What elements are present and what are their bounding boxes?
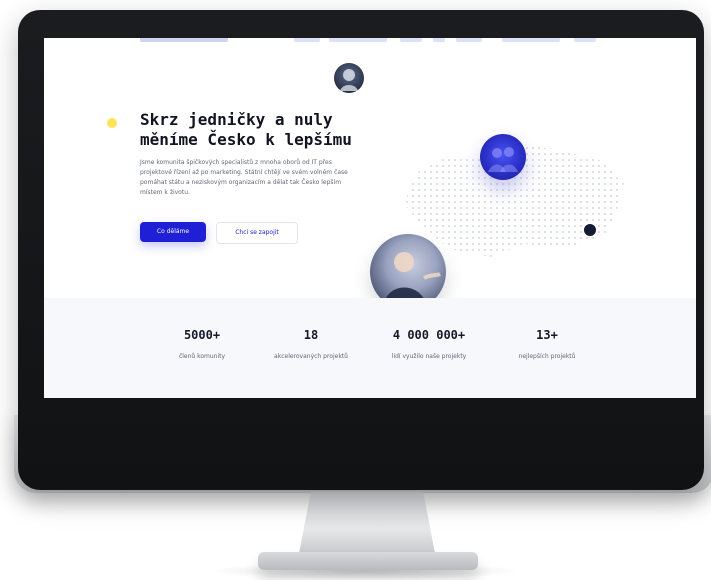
website-screen: Skrz jedničky a nuly měníme Česko k lepš… — [44, 38, 696, 398]
avatar-top-icon — [334, 63, 364, 93]
stat-projects-label: akcelerovaných projektů — [274, 353, 348, 360]
yellow-dot — [107, 118, 117, 128]
stat-members-label: členů komunity — [178, 353, 226, 360]
hero-lead: Jsme komunita špičkových specialistů z m… — [140, 159, 348, 196]
avatar-right-svg — [488, 147, 518, 172]
monitor-stand-base — [258, 552, 478, 570]
avatar-top-svg — [340, 69, 358, 91]
stat-best-projects-label: nejlepších projektů — [518, 353, 576, 360]
stats-section: 5000+ členů komunity 18 akcelerovaných p… — [44, 298, 696, 398]
get-involved-button[interactable]: Chci se zapojit — [216, 222, 298, 244]
stat-members: 5000+ členů komunity — [147, 328, 257, 362]
stat-projects-value: 18 — [303, 328, 319, 342]
stat-users-value: 4 000 000+ — [392, 328, 466, 342]
hero-title: Skrz jedničky a nuly měníme Česko k lepš… — [140, 110, 352, 149]
stat-users: 4 000 000+ lidí využilo naše projekty — [374, 328, 484, 362]
stat-projects: 18 akcelerovaných projektů — [256, 328, 366, 362]
stat-best-projects-value: 13+ — [536, 328, 558, 342]
navy-dot — [584, 224, 596, 236]
what-we-do-button[interactable]: Co děláme — [140, 222, 206, 242]
avatar-right-icon — [480, 134, 526, 180]
monitor-stand-neck — [298, 492, 436, 554]
stat-best-projects: 13+ nejlepších projektů — [492, 328, 602, 362]
hero-section: Skrz jedničky a nuly měníme Česko k lepš… — [44, 38, 696, 310]
stat-members-value: 5000+ — [183, 328, 221, 342]
stat-users-label: lidí využilo naše projekty — [391, 353, 467, 360]
